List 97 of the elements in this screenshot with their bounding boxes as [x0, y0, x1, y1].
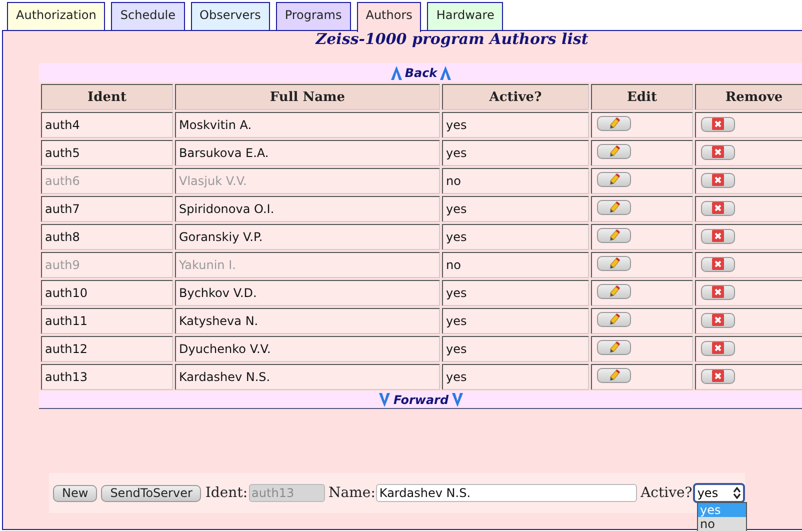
- column-header: Full Name: [175, 84, 440, 110]
- column-header: Remove: [695, 84, 802, 110]
- table-cell: Vlasjuk V.V.: [175, 168, 440, 194]
- column-header: Ident: [41, 84, 173, 110]
- table-cell: yes: [442, 140, 589, 166]
- table-cell: Bychkov V.D.: [175, 280, 440, 306]
- back-link[interactable]: Back: [404, 66, 438, 80]
- table-cell: auth13: [41, 364, 173, 390]
- up-arrow-icon: [440, 66, 452, 80]
- down-arrow-icon: [452, 392, 463, 406]
- close-icon: [712, 202, 724, 214]
- edit-button[interactable]: [597, 368, 631, 384]
- close-icon: [712, 286, 724, 298]
- edit-button[interactable]: [597, 116, 631, 132]
- remove-button[interactable]: [701, 340, 735, 356]
- remove-button[interactable]: [701, 200, 735, 216]
- name-field[interactable]: Kardashev N.S.: [376, 484, 637, 502]
- close-icon: [712, 118, 724, 130]
- table-cell: auth6: [41, 168, 173, 194]
- tab[interactable]: Schedule: [111, 2, 185, 30]
- table-cell: auth4: [41, 112, 173, 138]
- close-icon: [712, 370, 724, 382]
- table-cell: auth12: [41, 336, 173, 362]
- table-cell: Kardashev N.S.: [175, 364, 440, 390]
- close-icon: [712, 174, 724, 186]
- table-cell: yes: [442, 308, 589, 334]
- form-button[interactable]: SendToServer: [101, 484, 202, 502]
- pencil-icon: [607, 116, 621, 131]
- edit-button[interactable]: [597, 144, 631, 160]
- edit-button[interactable]: [597, 284, 631, 300]
- remove-button[interactable]: [701, 116, 735, 132]
- table-cell: auth9: [41, 252, 173, 278]
- pencil-icon: [607, 200, 621, 215]
- remove-button[interactable]: [701, 172, 735, 188]
- edit-button[interactable]: [597, 228, 631, 244]
- up-down-caret-icon: [733, 487, 741, 499]
- remove-button[interactable]: [701, 312, 735, 328]
- table-cell: auth11: [41, 308, 173, 334]
- table-cell: Barsukova E.A.: [175, 140, 440, 166]
- table-cell: Moskvitin A.: [175, 112, 440, 138]
- active-label: Active?: [640, 485, 692, 501]
- edit-button[interactable]: [597, 340, 631, 356]
- pencil-icon: [607, 144, 621, 159]
- close-icon: [712, 314, 724, 326]
- ident-label: Ident:: [205, 485, 248, 501]
- close-icon: [712, 230, 724, 242]
- tab[interactable]: Observers: [190, 2, 270, 30]
- table-cell: yes: [442, 196, 589, 222]
- pencil-icon: [607, 340, 621, 355]
- active-dropdown[interactable]: yes: [693, 483, 745, 503]
- remove-button[interactable]: [701, 144, 735, 160]
- table-cell: auth10: [41, 280, 173, 306]
- table-cell: yes: [442, 224, 589, 250]
- table-cell: no: [442, 168, 589, 194]
- form-button[interactable]: New: [53, 484, 98, 502]
- table-cell: Yakunin I.: [175, 252, 440, 278]
- column-header: Active?: [442, 84, 589, 110]
- close-icon: [712, 342, 724, 354]
- tab[interactable]: Programs: [276, 2, 351, 30]
- edit-button[interactable]: [597, 312, 631, 328]
- table-cell: yes: [442, 112, 589, 138]
- pencil-icon: [607, 368, 621, 383]
- remove-button[interactable]: [701, 368, 735, 384]
- tab[interactable]: Authorization: [7, 2, 106, 30]
- column-header: Edit: [591, 84, 693, 110]
- table-cell: yes: [442, 336, 589, 362]
- edit-button[interactable]: [597, 256, 631, 272]
- table-cell: auth7: [41, 196, 173, 222]
- page-title: Zeiss-1000 program Authors list: [314, 31, 590, 50]
- pencil-icon: [607, 228, 621, 243]
- tab[interactable]: Hardware: [427, 2, 504, 30]
- pencil-icon: [607, 312, 621, 327]
- up-arrow-icon: [390, 66, 402, 80]
- forward-link[interactable]: Forward: [393, 392, 449, 406]
- remove-button[interactable]: [701, 284, 735, 300]
- dropdown-option[interactable]: no: [698, 517, 746, 531]
- table-cell: Katysheva N.: [175, 308, 440, 334]
- pencil-icon: [607, 172, 621, 187]
- close-icon: [712, 146, 724, 158]
- table-cell: auth5: [41, 140, 173, 166]
- remove-button[interactable]: [701, 256, 735, 272]
- table-cell: auth8: [41, 224, 173, 250]
- table-cell: yes: [442, 280, 589, 306]
- down-arrow-icon: [379, 392, 390, 406]
- table-cell: yes: [442, 364, 589, 390]
- edit-button[interactable]: [597, 200, 631, 216]
- pencil-icon: [607, 256, 621, 271]
- name-label: Name:: [328, 485, 376, 501]
- tab[interactable]: Authors: [356, 2, 422, 32]
- close-icon: [712, 258, 724, 270]
- table-cell: Dyuchenko V.V.: [175, 336, 440, 362]
- pencil-icon: [607, 284, 621, 299]
- table-cell: no: [442, 252, 589, 278]
- table-cell: Goranskiy V.P.: [175, 224, 440, 250]
- table-cell: Spiridonova O.I.: [175, 196, 440, 222]
- edit-button[interactable]: [597, 172, 631, 188]
- remove-button[interactable]: [701, 228, 735, 244]
